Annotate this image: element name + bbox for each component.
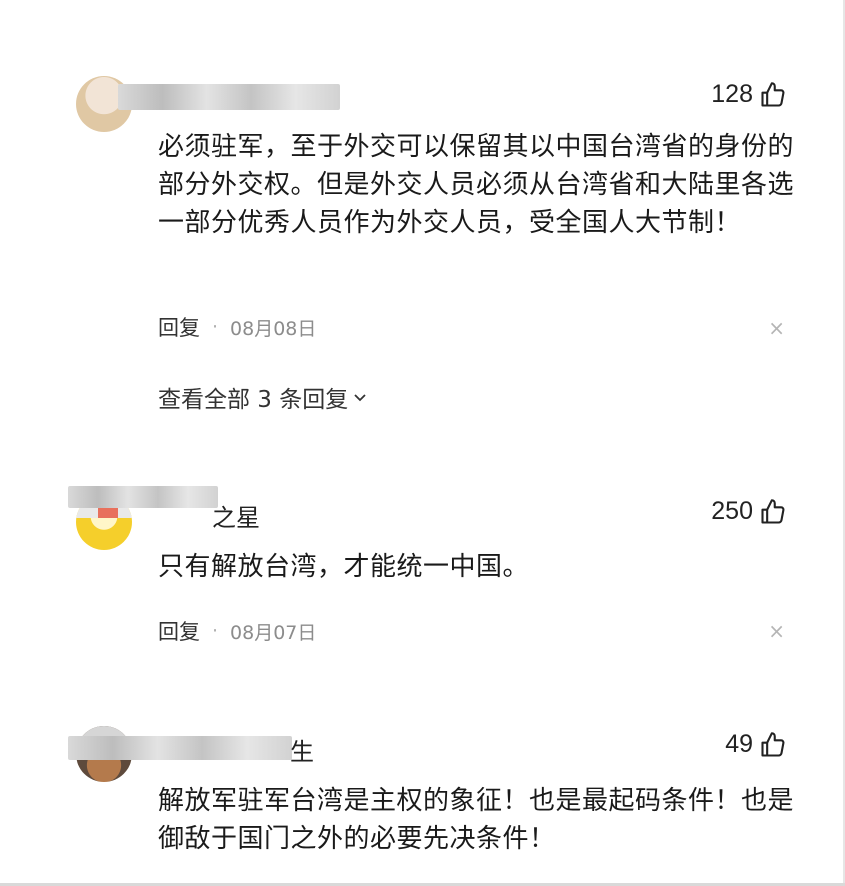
like-count: 250 [711, 497, 753, 525]
thumbs-up-icon [761, 498, 785, 524]
chevron-down-icon [354, 394, 366, 402]
username[interactable]: 生 [290, 732, 314, 767]
like-button[interactable]: 250 [711, 497, 787, 526]
comment-meta: 回复 · 08月08日 [158, 312, 316, 342]
view-replies-button[interactable]: 查看全部 3 条回复 [158, 380, 368, 414]
username[interactable]: 之星 [212, 498, 260, 533]
separator-dot: · [212, 620, 219, 642]
reply-button[interactable]: 回复 [158, 312, 200, 342]
view-replies-label: 查看全部 3 条回复 [158, 387, 349, 413]
like-button[interactable]: 128 [711, 80, 787, 109]
username-redacted [68, 486, 218, 508]
thumbs-up-icon [761, 81, 785, 107]
comment-date: 08月08日 [230, 317, 317, 340]
comment-text: 只有解放台湾，才能统一中国。 [158, 552, 530, 582]
comment-meta: 回复 · 08月07日 [158, 616, 316, 646]
separator-dot: · [212, 316, 219, 338]
reply-button[interactable]: 回复 [158, 616, 200, 646]
username-redacted [68, 736, 292, 760]
close-icon[interactable]: × [768, 619, 785, 643]
like-count: 49 [725, 730, 753, 758]
username-redacted [118, 84, 340, 110]
close-icon[interactable]: × [768, 316, 785, 340]
comment-text: 解放军驻军台湾是主权的象征！也是最起码条件！也是御敌于国门之外的必要先决条件！ [158, 786, 795, 854]
thumbs-up-icon [761, 731, 785, 757]
comment-date: 08月07日 [230, 621, 317, 644]
like-count: 128 [711, 80, 753, 108]
like-button[interactable]: 49 [725, 730, 787, 759]
comment-text: 必须驻军，至于外交可以保留其以中国台湾省的身份的部分外交权。但是外交人员必须从台… [158, 132, 795, 238]
